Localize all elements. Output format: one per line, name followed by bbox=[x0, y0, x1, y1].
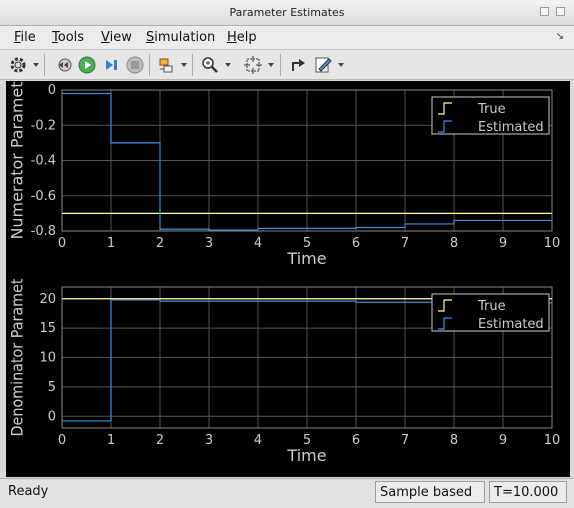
y-axis-label: Denominator Paramet bbox=[8, 279, 27, 437]
legend-label: True bbox=[477, 299, 506, 314]
scope-plots[interactable]: 0 1 2 3 4 5 6 7 8 9 100-0.2-0.4-0.6-0.8TimeNumerat… bbox=[6, 81, 570, 477]
fit-view-icon[interactable] bbox=[243, 55, 263, 75]
x-tick-label: 0 bbox=[58, 236, 66, 251]
x-tick-label: 9 bbox=[499, 236, 507, 251]
x-tick-label: 8 bbox=[450, 236, 458, 251]
y-tick-label: -0.2 bbox=[31, 118, 56, 133]
x-tick-label: 2 bbox=[156, 236, 164, 251]
x-axis-label: Time bbox=[286, 249, 326, 268]
x-axis-label: Time bbox=[286, 446, 326, 465]
step-back-icon[interactable] bbox=[53, 55, 73, 75]
x-tick-label: 10 bbox=[544, 236, 561, 251]
status-bar: Ready Sample based T=10.000 bbox=[0, 478, 574, 508]
separator bbox=[280, 54, 281, 76]
x-tick-label: 1 bbox=[107, 433, 115, 448]
y-tick-label: 10 bbox=[39, 351, 56, 366]
step-forward-icon[interactable] bbox=[101, 55, 121, 75]
x-tick-label: 3 bbox=[205, 236, 213, 251]
separator bbox=[44, 54, 45, 76]
x-tick-label: 1 bbox=[107, 236, 115, 251]
y-tick-label: 0 bbox=[48, 83, 56, 98]
x-tick-label: 4 bbox=[254, 236, 262, 251]
legend-label: Estimated bbox=[478, 317, 544, 332]
signal-select-icon[interactable] bbox=[157, 55, 177, 75]
y-tick-label: 0 bbox=[48, 409, 56, 424]
x-tick-label: 6 bbox=[352, 433, 360, 448]
title-bar: Parameter Estimates bbox=[0, 0, 574, 26]
stop-icon[interactable] bbox=[125, 55, 145, 75]
chevron-down-icon[interactable] bbox=[181, 63, 187, 67]
x-tick-label: 0 bbox=[58, 433, 66, 448]
separator bbox=[192, 54, 193, 76]
dock-icon[interactable]: ↘ bbox=[556, 31, 564, 42]
status-text: Ready bbox=[8, 484, 49, 499]
legend-label: True bbox=[477, 102, 506, 117]
separator bbox=[149, 54, 150, 76]
y-tick-label: 20 bbox=[39, 292, 56, 307]
scope-plot-area[interactable]: 0 1 2 3 4 5 6 7 8 9 10 0 -0.2 -0.4 -0.6 -0.8 Time Numerat… bbox=[6, 81, 570, 477]
y-axis-label: Numerator Paramet bbox=[8, 82, 27, 240]
menu-simulation[interactable]: Simulation bbox=[146, 30, 215, 45]
x-tick-label: 3 bbox=[205, 433, 213, 448]
menu-bar: File Tools View Simulation Help ↘ bbox=[0, 26, 574, 50]
menu-tools[interactable]: Tools bbox=[52, 30, 84, 45]
x-tick-label: 7 bbox=[401, 236, 409, 251]
menu-file[interactable]: File bbox=[14, 30, 36, 45]
chevron-down-icon[interactable] bbox=[268, 63, 274, 67]
window-title: Parameter Estimates bbox=[229, 6, 345, 19]
status-time: T=10.000 bbox=[489, 481, 567, 503]
y-tick-label: -0.8 bbox=[31, 224, 56, 239]
chevron-down-icon[interactable] bbox=[33, 63, 39, 67]
x-tick-label: 6 bbox=[352, 236, 360, 251]
y-tick-label: 5 bbox=[48, 380, 56, 395]
x-tick-label: 10 bbox=[544, 433, 561, 448]
chevron-down-icon[interactable] bbox=[225, 63, 231, 67]
restore-icon[interactable] bbox=[289, 55, 309, 75]
x-tick-label: 8 bbox=[450, 433, 458, 448]
status-mode: Sample based bbox=[375, 481, 485, 503]
x-tick-label: 9 bbox=[499, 433, 507, 448]
y-tick-label: -0.4 bbox=[31, 154, 56, 169]
gear-icon[interactable] bbox=[8, 55, 28, 75]
x-tick-label: 2 bbox=[156, 433, 164, 448]
maximize-button[interactable] bbox=[556, 7, 565, 16]
style-icon[interactable] bbox=[313, 55, 333, 75]
legend-label: Estimated bbox=[478, 120, 544, 135]
menu-help[interactable]: Help bbox=[227, 30, 257, 45]
zoom-in-icon[interactable] bbox=[200, 55, 220, 75]
y-tick-label: 15 bbox=[39, 321, 56, 336]
y-tick-label: -0.6 bbox=[31, 189, 56, 204]
chevron-down-icon[interactable] bbox=[338, 63, 344, 67]
minimize-button[interactable] bbox=[540, 7, 549, 16]
toolbar bbox=[0, 50, 574, 80]
menu-view[interactable]: View bbox=[101, 30, 132, 45]
run-icon[interactable] bbox=[77, 55, 97, 75]
x-tick-label: 7 bbox=[401, 433, 409, 448]
x-tick-label: 4 bbox=[254, 433, 262, 448]
